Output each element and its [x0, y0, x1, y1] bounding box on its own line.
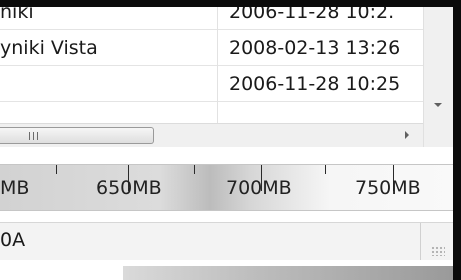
file-name: yniki Vista: [0, 37, 98, 59]
ruler-tick: [194, 165, 195, 174]
column-separator[interactable]: [217, 7, 218, 123]
ruler-label: 750MB: [355, 177, 421, 199]
file-name: niki: [0, 7, 34, 23]
resize-grip-icon[interactable]: [431, 246, 445, 256]
bottom-shade: [123, 266, 453, 280]
status-separator: [420, 223, 421, 260]
chevron-down-icon[interactable]: [434, 103, 442, 107]
grip-line: [37, 132, 38, 140]
chevron-right-icon[interactable]: [405, 131, 409, 139]
ruler-tick: [56, 165, 57, 174]
horizontal-scrollbar-thumb[interactable]: [0, 127, 154, 144]
vertical-scrollbar[interactable]: [423, 7, 453, 147]
ruler-tick: [325, 165, 326, 174]
list-item[interactable]: 2006-11-28 10:25: [0, 66, 423, 102]
file-date: 2006-11-28 10:25: [229, 73, 401, 95]
list-item-partial[interactable]: [0, 102, 423, 123]
horizontal-scrollbar[interactable]: [0, 123, 423, 147]
file-date: 2006-11-28 10:2.: [229, 7, 395, 23]
grip-icon: [29, 132, 30, 140]
status-bar: 0A: [0, 222, 453, 260]
ruler-label: 650MB: [96, 177, 162, 199]
file-date: 2008-02-13 13:26: [229, 37, 401, 59]
list-item[interactable]: yniki Vista 2008-02-13 13:26: [0, 30, 423, 66]
file-list[interactable]: niki 2006-11-28 10:2. yniki Vista 2008-0…: [0, 7, 423, 123]
grip-line: [33, 132, 34, 140]
ruler-label: MB: [0, 177, 30, 199]
bottom-edge: [0, 262, 453, 280]
size-ruler: MB 650MB 700MB 750MB: [0, 164, 453, 211]
list-item[interactable]: niki 2006-11-28 10:2.: [0, 7, 423, 30]
status-text: 0A: [0, 229, 26, 251]
ruler-label: 700MB: [226, 177, 292, 199]
